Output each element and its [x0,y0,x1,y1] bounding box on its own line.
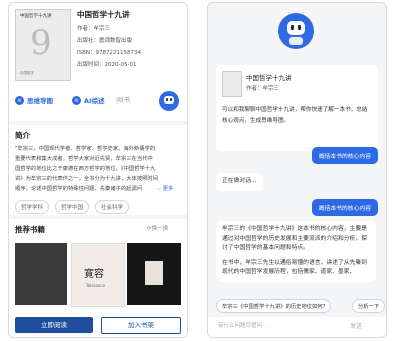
more-link[interactable]: ⌵ 更多 [157,186,174,192]
intro-line: 讲》为牟宗三的代表作之一，全书分为十九讲，大体按照时间 [15,176,159,182]
ai-summary-icon: AI [72,96,81,105]
book-title: 中国哲学十九讲 [77,10,130,19]
chat-input-bar: 有什么问题尽管问... 发送 [208,317,386,337]
recommended-book-cover[interactable] [15,243,67,305]
mindmap-icon: AI [15,96,24,105]
ai-answer-message: 牟宗三的《中国哲学十九讲》这本书的核心内容，主要是通过对中国哲学的历史发展和主要… [216,221,376,282]
ai-chat-screen: 中国哲学十九讲 作者：牟宗三 可以和我聊聊中国哲学十九讲，帮你快速了解一本书，总… [207,2,387,338]
book-date: 出版时间：2020-05-01 [77,62,137,68]
recommended-book-cover[interactable]: 寛容 Tolerance [71,243,125,307]
tag-chip[interactable]: 哲学中国 [55,200,90,214]
suggested-question[interactable]: 牟宗三《中国哲学十九讲》的历史地位如何? [216,299,332,313]
chat-book-title: 中国哲学十九讲 [246,74,292,82]
cover-number: 9 [30,23,52,63]
ai-robot-icon [278,13,314,49]
tag-chip[interactable]: 哲学学科 [15,200,50,214]
refresh-label: 换一换 [151,226,169,232]
listen-button[interactable]: |听书 [116,98,130,104]
intro-line: "牟宗三，中国现代学者、哲学家、哲学史家。海外新儒学的 [15,146,156,152]
ai-robot-avatar[interactable] [159,91,179,111]
tag-chip[interactable]: 社会科学 [95,200,130,214]
chat-book-author: 作者：牟宗三 [246,86,280,92]
add-to-shelf-button[interactable]: 加入书架 [101,317,181,334]
book-publisher: 出版社：震颂数智出版 [77,38,133,44]
book-header-card: 中国哲学十九讲 9 中国哲学 中国哲学十九讲 作者：牟宗三 出版社：震颂数智出版… [9,3,187,121]
user-message: 概括本书的核心内容 [311,199,378,216]
recommend-section: 推荐书籍 ⟳换一换 寛容 Tolerance 立即阅读 加入书架 [9,219,187,337]
recommended-book-cover[interactable] [127,243,181,305]
book-cover[interactable]: 中国哲学十九讲 9 中国哲学 [15,9,71,81]
recommended-book-title: 寛容 [84,269,104,280]
intro-section: 简介 "牟宗三，中国现代学者、哲学家、哲学史家。海外新儒学的 重要代表和集大成者… [9,125,187,215]
chat-input[interactable]: 有什么问题尽管问... [218,323,267,330]
user-message: 概括本书的核心内容 [311,147,378,164]
book-isbn: ISBN：9787221158734 [77,50,141,56]
book-intro-card: 中国哲学十九讲 作者：牟宗三 可以和我聊聊中国哲学十九讲，帮你快速了解一本书，总… [216,65,378,151]
thinking-message: 正在做对话... [216,173,263,191]
send-button[interactable]: 发送 [350,324,362,330]
answer-paragraph: 在书中，牟宗三先生以通俗易懂的语言，讲述了从先秦到现代的中国哲学发展历程，包括儒… [222,259,367,276]
intro-heading: 简介 [15,131,30,140]
mindmap-button[interactable]: 思维导图 [27,98,53,105]
suggested-question[interactable]: 分析一下 [352,299,386,313]
intro-line: 顺序，论述中国哲学的特殊性问题、先秦诸子的起源问 [15,186,143,192]
more-label: 更多 [162,186,174,192]
recommended-book-subtitle: Tolerance [86,283,106,288]
recommend-heading: 推荐书籍 [15,225,45,234]
cover-publisher: 中国哲学 [20,71,34,75]
book-thumbnail [222,71,242,97]
book-author: 作者：牟宗三 [77,26,111,32]
greeting-message: 可以和我聊聊中国哲学十九讲，帮你快速了解一本书，总结核心观点，生成思维导图。 [222,107,368,124]
book-detail-screen: 中国哲学十九讲 9 中国哲学 中国哲学十九讲 作者：牟宗三 出版社：震颂数智出版… [8,2,188,338]
refresh-button[interactable]: ⟳换一换 [147,226,169,233]
answer-paragraph: 牟宗三的《中国哲学十九讲》这本书的核心内容，主要是通过对中国哲学的历史发展和主要… [222,226,367,251]
read-now-button[interactable]: 立即阅读 [15,317,93,333]
cover-title: 中国哲学十九讲 [20,14,52,19]
ai-summary-button[interactable]: AI综述 [84,98,104,105]
intro-line: 重要代表和集大成者。哲学大家对近先贤，牟宗三在当代中 [15,156,153,162]
intro-line: 国哲学的地位比之于康德在西方哲学的地位。《中国哲学十九 [15,166,156,172]
